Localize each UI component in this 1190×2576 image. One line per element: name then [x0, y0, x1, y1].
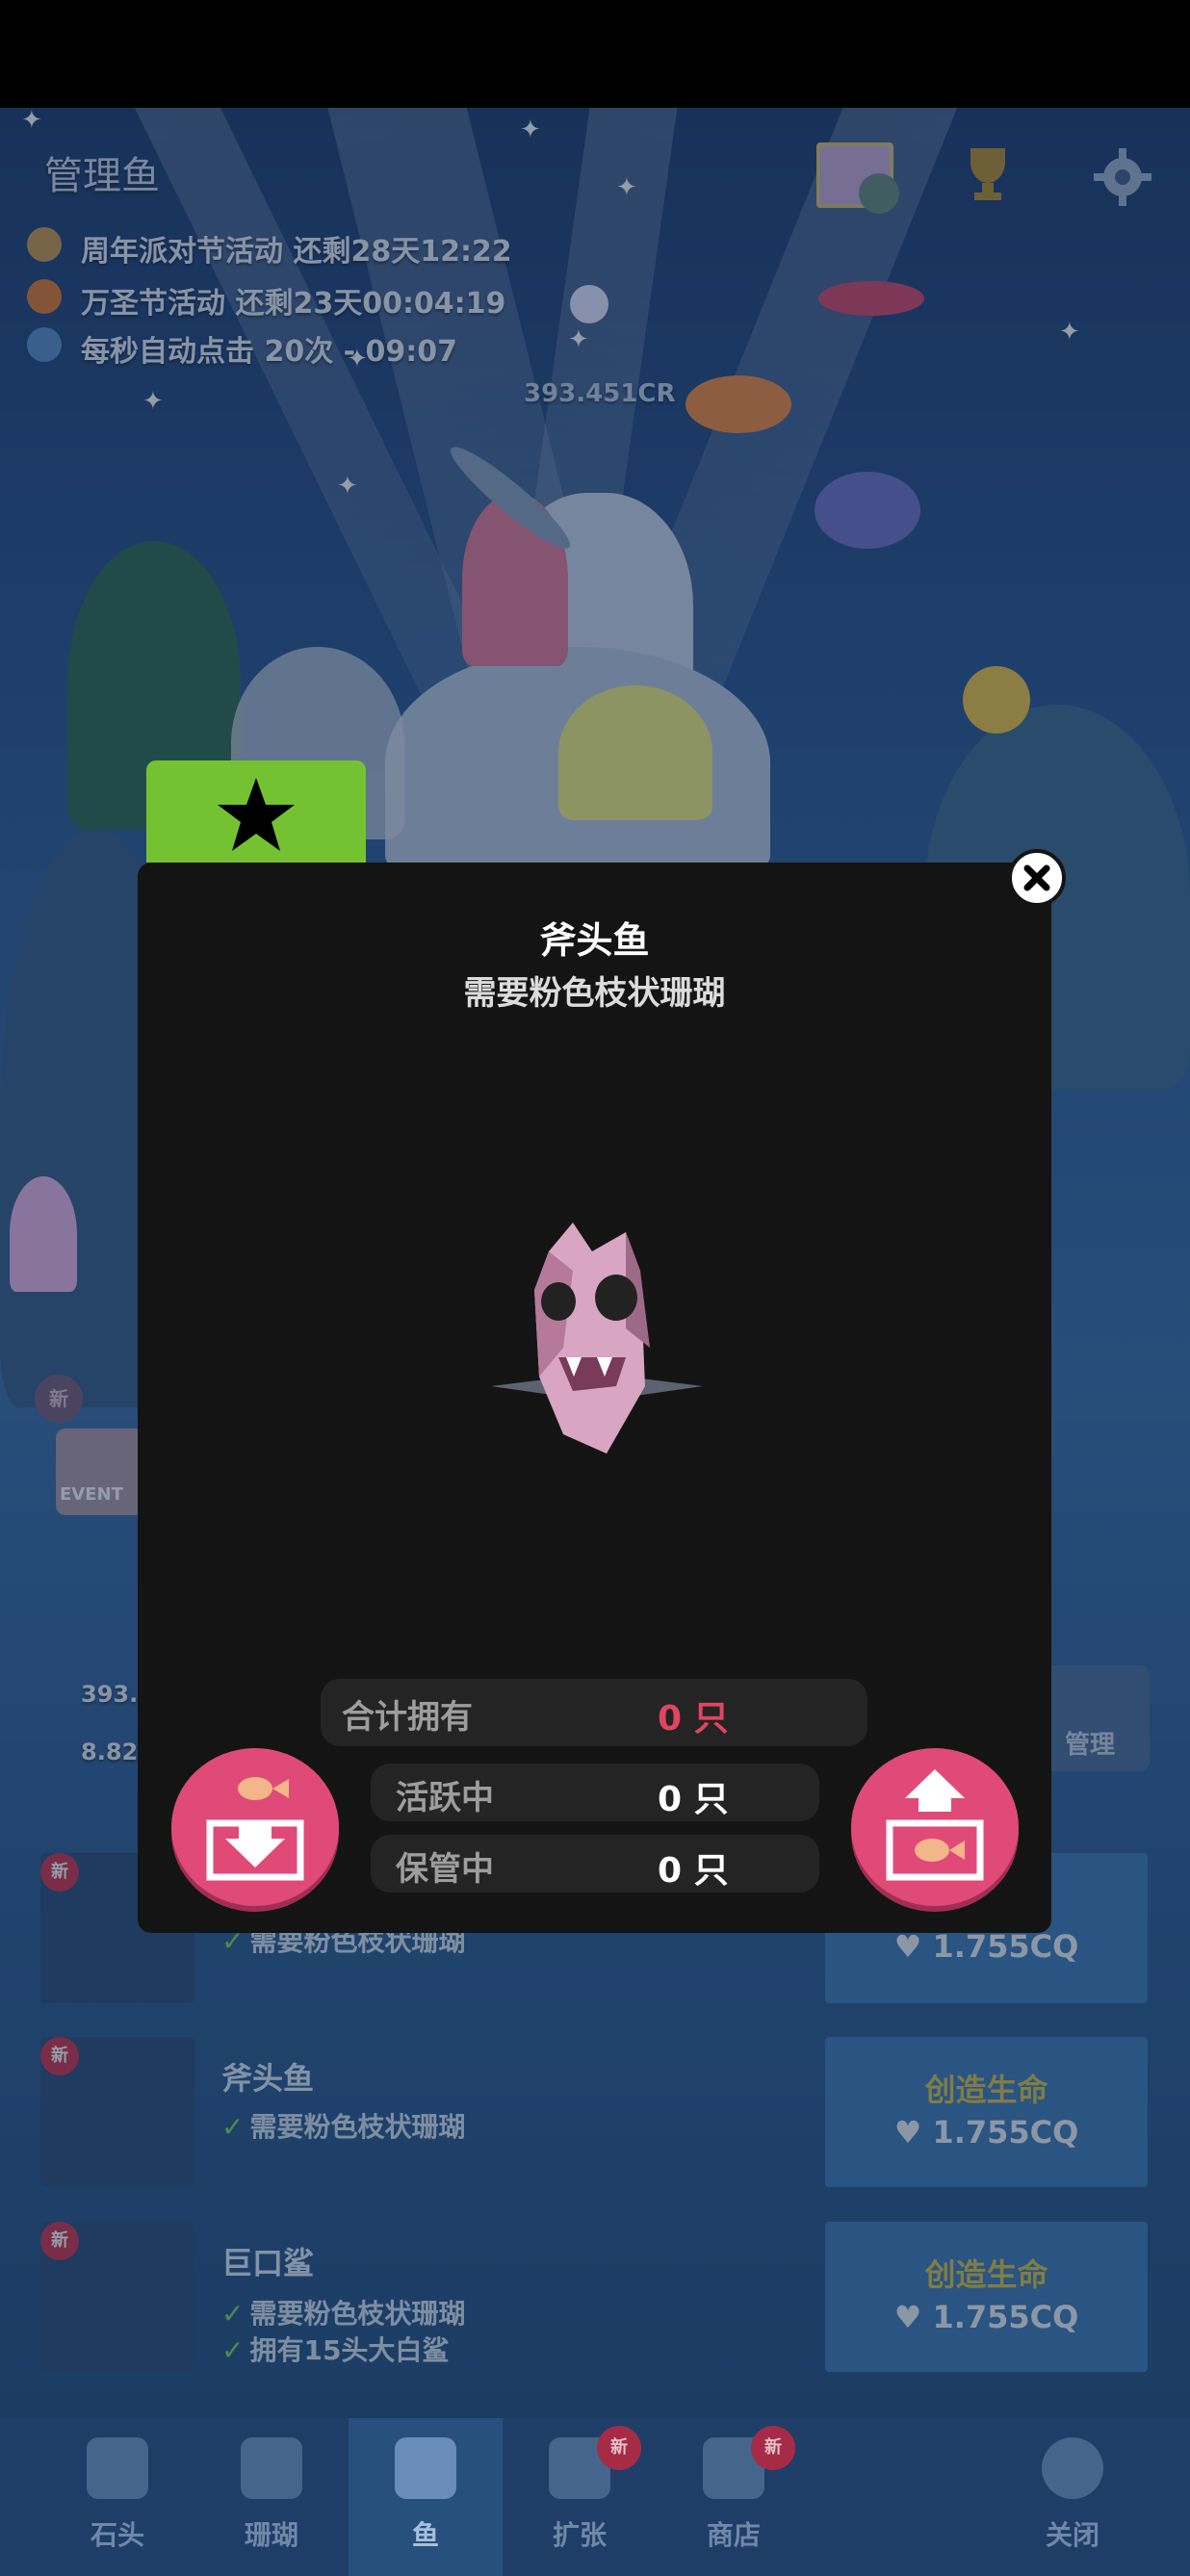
fish-preview	[481, 1213, 712, 1473]
stored-label: 保管中	[396, 1850, 494, 1889]
bottom-nav: 石头 珊瑚 鱼 扩张 商店 关闭 新 新	[0, 2418, 1190, 2576]
nav-rock[interactable]: 石头	[40, 2418, 194, 2576]
close-down-icon	[1042, 2437, 1103, 2499]
release-fish-icon	[886, 1769, 984, 1881]
fish-name: 斧头鱼	[539, 919, 650, 962]
star-icon	[216, 774, 297, 855]
active-label: 活跃中	[396, 1779, 494, 1817]
nav-label: 商店	[706, 2519, 761, 2551]
status-bar	[0, 0, 1190, 108]
nav-close[interactable]: 关闭	[996, 2418, 1150, 2576]
total-owned-value: 0 只	[658, 1699, 729, 1739]
nav-label: 鱼	[411, 2519, 439, 2551]
fish-icon	[395, 2437, 456, 2499]
new-badge: 新	[751, 2426, 795, 2470]
nav-label: 珊瑚	[244, 2519, 298, 2551]
active-row: 活跃中 0 只	[371, 1764, 819, 1821]
total-owned-label: 合计拥有	[342, 1698, 473, 1737]
total-owned-row: 合计拥有 0 只	[321, 1679, 867, 1746]
store-fish-icon	[206, 1777, 304, 1881]
nav-label: 关闭	[1045, 2519, 1099, 2551]
close-icon	[1023, 864, 1050, 891]
nav-coral[interactable]: 珊瑚	[194, 2418, 349, 2576]
close-button[interactable]	[1008, 849, 1066, 907]
rock-icon	[87, 2437, 148, 2499]
store-fish-button[interactable]	[171, 1748, 339, 1906]
active-value: 0 只	[658, 1780, 729, 1819]
favorite-tab[interactable]	[146, 760, 366, 863]
stored-value: 0 只	[658, 1851, 729, 1891]
release-fish-button[interactable]	[851, 1748, 1019, 1906]
nav-label: 扩张	[552, 2519, 607, 2551]
stored-row: 保管中 0 只	[371, 1835, 819, 1893]
new-badge: 新	[597, 2426, 641, 2470]
nav-label: 石头	[90, 2519, 144, 2551]
nav-fish[interactable]: 鱼	[349, 2418, 503, 2576]
fish-requirement: 需要粉色枝状珊瑚	[463, 974, 726, 1013]
coral-icon	[241, 2437, 302, 2499]
